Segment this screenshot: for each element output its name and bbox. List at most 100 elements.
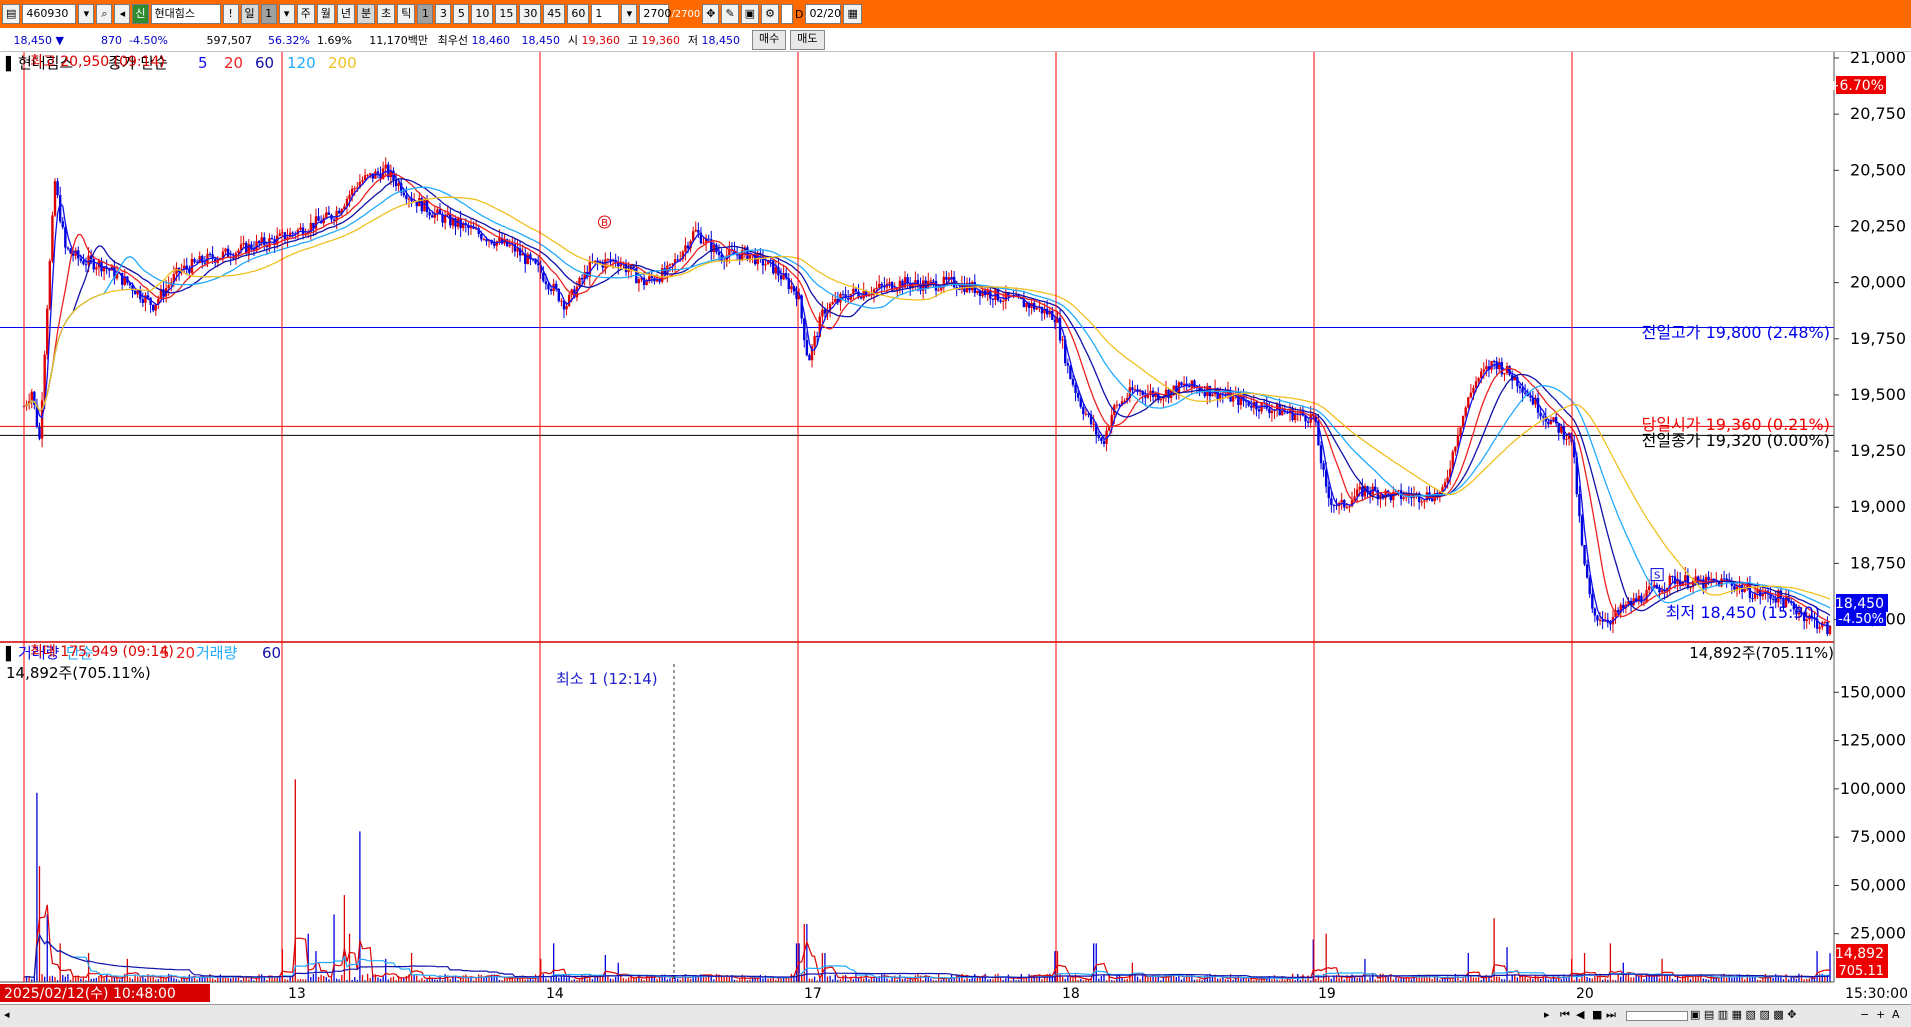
legend-ma60: 60 <box>255 54 274 72</box>
search-icon[interactable]: ⌕ <box>96 4 113 24</box>
candle-body <box>1828 625 1832 635</box>
interval-1[interactable]: 1 <box>417 4 434 24</box>
low-label: 저 <box>687 34 698 47</box>
d-label: D <box>794 7 804 21</box>
stop-icon[interactable]: ■ <box>1592 1008 1602 1021</box>
price-volume-chart[interactable]: B S 21,000 20,750 20,500 20,250 20,000 19,750 1… <box>0 52 1911 1004</box>
period-tick[interactable]: 틱 <box>397 4 416 24</box>
interval-15[interactable]: 15 <box>495 4 518 24</box>
period-dropdown-icon[interactable]: ▾ <box>278 4 295 24</box>
candle-body <box>369 173 372 175</box>
auto-icon[interactable]: A <box>1892 1008 1900 1021</box>
candle-body <box>1503 372 1506 375</box>
scroll-left-icon[interactable]: ◂ <box>4 1008 10 1021</box>
crosshair-icon[interactable]: ✥ <box>702 4 720 24</box>
period-second[interactable]: 초 <box>377 4 396 24</box>
gear-icon[interactable]: ⚙ <box>761 4 779 24</box>
period-minute[interactable]: 분 <box>357 4 376 24</box>
volume-readout-left: 14,892주(705.11%) <box>6 664 151 682</box>
price-tick-label: 19,250 <box>1850 441 1906 460</box>
candle-body <box>846 298 850 300</box>
first-page-icon[interactable]: ⏮ <box>1560 1008 1570 1022</box>
candle-body <box>1159 398 1163 401</box>
alert-icon[interactable]: ! <box>222 4 239 24</box>
candle-body <box>446 213 449 216</box>
code-dropdown-icon[interactable]: ▾ <box>78 4 95 24</box>
volume-min-marker: 최소 1 (12:14) <box>556 670 658 688</box>
candle-body <box>815 336 819 338</box>
candle-body <box>1402 497 1405 499</box>
scroll-right-icon[interactable]: ▸ <box>1544 1008 1550 1021</box>
candle-body <box>102 267 106 272</box>
interval-60[interactable]: 60 <box>567 4 590 24</box>
candle-body <box>1397 490 1400 492</box>
interval-10[interactable]: 10 <box>471 4 494 24</box>
period-month[interactable]: 월 <box>316 4 335 24</box>
candle-body <box>544 281 548 285</box>
sell-button[interactable]: 매도 <box>790 30 825 50</box>
candle-body <box>606 259 610 261</box>
sound-icon[interactable]: ◂ <box>114 4 131 24</box>
candle-body <box>1472 387 1475 393</box>
chart-toolbar: ▤ 460930 ▾ ⌕ ◂ 신 현대힘스 ! 일 1 ▾ 주 월 년 분 초 … <box>0 0 1911 28</box>
count-total: /2700 <box>671 8 701 20</box>
calendar-icon[interactable]: ▦ <box>843 4 862 24</box>
candle-body <box>51 215 54 261</box>
candle-body <box>841 293 845 295</box>
candle-body <box>707 238 710 240</box>
candle-body <box>1066 363 1070 366</box>
candle-body <box>671 263 674 265</box>
candle-body <box>193 259 196 263</box>
day-label-2: 14 <box>546 986 564 1002</box>
interval-input[interactable]: 1 <box>591 4 620 24</box>
candle-body <box>338 210 341 214</box>
price-info-bar: 18,450 ▼ 870 -4.50% 597,507 56.32% 1.69%… <box>0 29 1911 52</box>
price-axis-bottom-pct: -4.50% <box>1838 612 1884 627</box>
date-checkbox[interactable] <box>780 4 793 24</box>
candle-body <box>226 248 230 258</box>
candle-body <box>803 318 806 341</box>
prev-page-icon[interactable]: ◀ <box>1576 1008 1584 1021</box>
buy-button[interactable]: 매수 <box>752 30 787 50</box>
interval-dropdown-icon[interactable]: ▾ <box>621 4 638 24</box>
chart-tool-icons[interactable]: ▣ ▤ ▥ ▦ ▧ ▨ ▩ ✥ <box>1690 1008 1796 1021</box>
volume-tick-label: 150,000 <box>1840 682 1906 701</box>
period-week[interactable]: 주 <box>296 4 315 24</box>
interval-45[interactable]: 45 <box>543 4 566 24</box>
zoom-out-icon[interactable]: − <box>1860 1008 1869 1021</box>
candle-body <box>361 180 364 182</box>
date-input[interactable]: 02/20 <box>805 4 842 24</box>
zoom-in-icon[interactable]: + <box>1876 1008 1885 1021</box>
next-page-icon[interactable]: ⏭ <box>1606 1008 1616 1022</box>
interval-3[interactable]: 3 <box>435 4 452 24</box>
period-day[interactable]: 일 <box>240 4 259 24</box>
zoom-slider[interactable] <box>1626 1011 1688 1021</box>
candle-body <box>1694 576 1697 581</box>
candle-body <box>1358 486 1361 490</box>
candle-body <box>1518 386 1522 389</box>
candle-body <box>242 242 245 245</box>
stock-name-field[interactable]: 현대힘스 <box>150 4 221 24</box>
volume-legend-extra: 거래량 <box>196 644 238 662</box>
scroll-bar[interactable]: ◂ ▸ ⏮ ◀ ■ ⏭ ▣ ▤ ▥ ▦ ▧ ▨ ▩ ✥ − + A <box>0 1004 1911 1027</box>
count-input[interactable]: 2700 <box>639 4 671 24</box>
stock-code-input[interactable]: 460930 <box>22 4 77 24</box>
interval-30[interactable]: 30 <box>519 4 542 24</box>
candle-body <box>932 280 935 282</box>
volume-tick-label: 75,000 <box>1850 827 1906 846</box>
period-year[interactable]: 년 <box>336 4 356 24</box>
period-day-count[interactable]: 1 <box>260 4 277 24</box>
interval-5[interactable]: 5 <box>453 4 470 24</box>
candle-body <box>645 281 648 286</box>
menu-icon[interactable]: ▤ <box>2 4 21 24</box>
save-icon[interactable]: ▣ <box>740 4 760 24</box>
candle-body <box>632 266 635 268</box>
candle-body <box>779 275 783 280</box>
candle-body <box>1322 463 1325 470</box>
candle-body <box>1583 545 1586 565</box>
candle-body <box>353 188 356 190</box>
ref-prev-high-label: 전일고가 19,800 (2.48%) <box>1642 323 1830 342</box>
low-marker: 최저 18,450 (15:30) <box>1666 603 1820 622</box>
candle-body <box>428 212 431 216</box>
draw-tool-icon[interactable]: ✎ <box>721 4 739 24</box>
